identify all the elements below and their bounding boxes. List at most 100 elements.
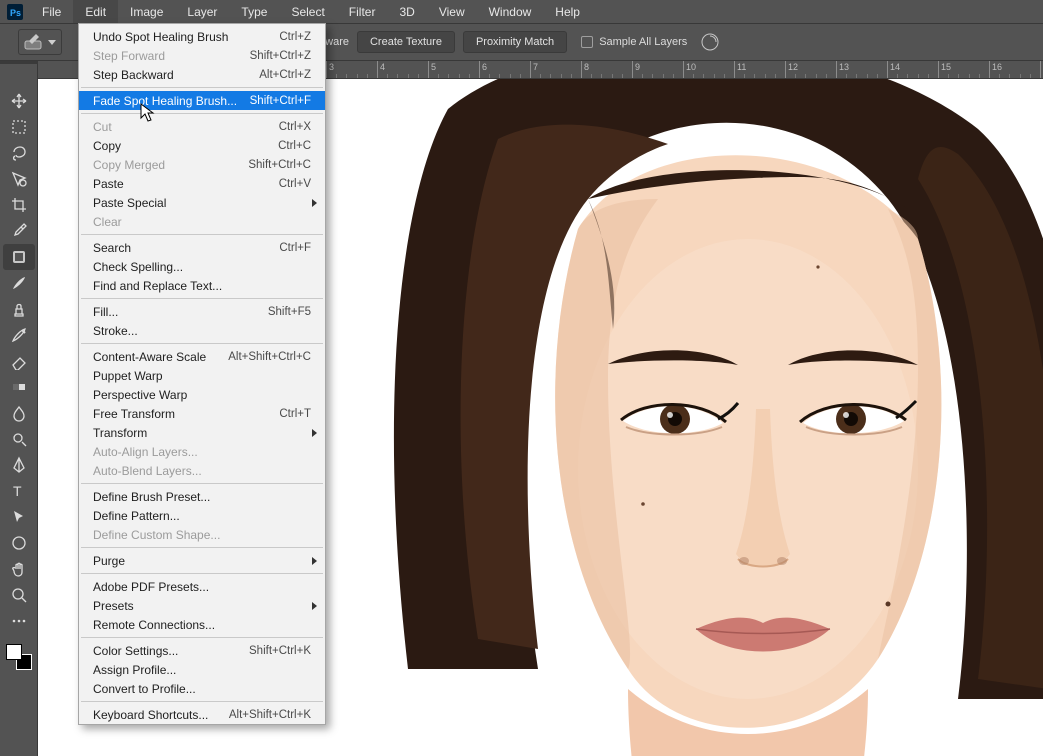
menu-item-check-spelling[interactable]: Check Spelling...	[79, 257, 325, 276]
ruler-tick-label: 15	[941, 62, 951, 72]
submenu-arrow-icon	[312, 199, 317, 207]
lasso-tool[interactable]	[3, 140, 35, 166]
dodge-tool[interactable]	[3, 426, 35, 452]
menu-item-shortcut: Shift+F5	[268, 306, 311, 318]
menu-separator	[81, 298, 323, 299]
menu-item-copy[interactable]: CopyCtrl+C	[79, 136, 325, 155]
menu-item-transform[interactable]: Transform	[79, 423, 325, 442]
fg-color-chip	[6, 644, 22, 660]
document-image	[278, 79, 1043, 756]
menu-item-step-backward[interactable]: Step BackwardAlt+Ctrl+Z	[79, 65, 325, 84]
menu-type[interactable]: Type	[229, 0, 279, 23]
menu-item-puppet-warp[interactable]: Puppet Warp	[79, 366, 325, 385]
menu-separator	[81, 637, 323, 638]
menu-item-shortcut: Alt+Shift+Ctrl+C	[228, 351, 311, 363]
menu-item-shortcut: Shift+Ctrl+Z	[250, 50, 311, 62]
tablet-pressure-icon[interactable]	[699, 31, 721, 53]
menu-item-label: Content-Aware Scale	[93, 350, 206, 364]
path-select-tool[interactable]	[3, 504, 35, 530]
menu-item-label: Find and Replace Text...	[93, 279, 222, 293]
menu-layer[interactable]: Layer	[175, 0, 229, 23]
menu-item-label: Auto-Align Layers...	[93, 445, 198, 459]
zoom-tool[interactable]	[3, 582, 35, 608]
menu-item-content-aware-scale[interactable]: Content-Aware Scale Alt+Shift+Ctrl+C	[79, 347, 325, 366]
menu-item-search[interactable]: SearchCtrl+F	[79, 238, 325, 257]
menu-item-define-pattern[interactable]: Define Pattern...	[79, 506, 325, 525]
menu-edit[interactable]: Edit	[73, 0, 118, 23]
ruler-tick-label: 13	[839, 62, 849, 72]
menu-item-shortcut: Ctrl+T	[279, 408, 311, 420]
menu-item-stroke[interactable]: Stroke...	[79, 321, 325, 340]
brush-tool[interactable]	[3, 270, 35, 296]
menu-item-assign-profile[interactable]: Assign Profile...	[79, 660, 325, 679]
menu-file[interactable]: File	[30, 0, 73, 23]
sample-all-layers-checkbox[interactable]: Sample All Layers	[581, 36, 687, 48]
move-tool[interactable]	[3, 88, 35, 114]
crop-tool[interactable]	[3, 192, 35, 218]
menu-item-auto-blend-layers: Auto-Blend Layers...	[79, 461, 325, 480]
ruler-tick-label: 7	[533, 62, 538, 72]
menu-item-fill[interactable]: Fill...Shift+F5	[79, 302, 325, 321]
menu-item-paste-special[interactable]: Paste Special	[79, 193, 325, 212]
ruler-tick-label: 12	[788, 62, 798, 72]
menu-item-free-transform[interactable]: Free TransformCtrl+T	[79, 404, 325, 423]
menu-item-paste[interactable]: PasteCtrl+V	[79, 174, 325, 193]
menu-window[interactable]: Window	[477, 0, 544, 23]
menu-item-fade-spot-healing-brush[interactable]: Fade Spot Healing Brush...Shift+Ctrl+F	[79, 91, 325, 110]
gradient-tool[interactable]	[3, 374, 35, 400]
menu-item-remote-connections[interactable]: Remote Connections...	[79, 615, 325, 634]
eraser-tool[interactable]	[3, 348, 35, 374]
menu-item-presets[interactable]: Presets	[79, 596, 325, 615]
healing-brush-tool[interactable]	[3, 244, 35, 270]
menu-item-shortcut: Ctrl+Z	[279, 31, 311, 43]
menu-help[interactable]: Help	[543, 0, 592, 23]
menu-item-perspective-warp[interactable]: Perspective Warp	[79, 385, 325, 404]
menu-item-purge[interactable]: Purge	[79, 551, 325, 570]
menu-item-find-and-replace-text[interactable]: Find and Replace Text...	[79, 276, 325, 295]
ruler-tick-label: 6	[482, 62, 487, 72]
menu-item-shortcut: Ctrl+V	[279, 178, 311, 190]
menu-item-adobe-pdf-presets[interactable]: Adobe PDF Presets...	[79, 577, 325, 596]
ruler-tick-label: 14	[890, 62, 900, 72]
type-button-proximity-match[interactable]: Proximity Match	[463, 31, 567, 53]
eyedropper-tool[interactable]	[3, 218, 35, 244]
marquee-tool[interactable]	[3, 114, 35, 140]
shape-tool[interactable]	[3, 530, 35, 556]
menu-3d[interactable]: 3D	[387, 0, 426, 23]
menu-item-clear: Clear	[79, 212, 325, 231]
menu-item-shortcut: Ctrl+X	[279, 121, 311, 133]
hand-tool[interactable]	[3, 556, 35, 582]
menu-item-undo-spot-healing-brush[interactable]: Undo Spot Healing BrushCtrl+Z	[79, 27, 325, 46]
quick-select-tool[interactable]	[3, 166, 35, 192]
checkbox-icon	[581, 36, 593, 48]
history-brush-tool[interactable]	[3, 322, 35, 348]
menu-image[interactable]: Image	[118, 0, 175, 23]
menu-item-label: Color Settings...	[93, 644, 178, 658]
menu-item-keyboard-shortcuts[interactable]: Keyboard Shortcuts...Alt+Shift+Ctrl+K	[79, 705, 325, 724]
menu-item-label: Assign Profile...	[93, 663, 176, 677]
menu-select[interactable]: Select	[279, 0, 336, 23]
menu-filter[interactable]: Filter	[337, 0, 388, 23]
ruler-tick-label: 3	[329, 62, 334, 72]
pen-tool[interactable]	[3, 452, 35, 478]
menu-item-label: Perspective Warp	[93, 388, 187, 402]
menu-item-shortcut: Shift+Ctrl+F	[250, 95, 311, 107]
edit-menu-dropdown: Undo Spot Healing BrushCtrl+ZStep Forwar…	[78, 23, 326, 725]
menu-item-define-brush-preset[interactable]: Define Brush Preset...	[79, 487, 325, 506]
clone-stamp-tool[interactable]	[3, 296, 35, 322]
menu-item-color-settings[interactable]: Color Settings...Shift+Ctrl+K	[79, 641, 325, 660]
menubar: Ps FileEditImageLayerTypeSelectFilter3DV…	[0, 0, 1043, 23]
menu-item-label: Puppet Warp	[93, 369, 163, 383]
menu-item-label: Search	[93, 241, 131, 255]
blur-tool[interactable]	[3, 400, 35, 426]
menu-item-label: Copy	[93, 139, 121, 153]
menu-item-label: Copy Merged	[93, 158, 165, 172]
type-tool[interactable]: T	[3, 478, 35, 504]
tool-preset-picker[interactable]	[18, 29, 62, 55]
color-chips[interactable]	[6, 644, 32, 670]
menu-view[interactable]: View	[427, 0, 477, 23]
type-button-create-texture[interactable]: Create Texture	[357, 31, 455, 53]
ruler-tick-label: 5	[431, 62, 436, 72]
edit-toolbar[interactable]	[3, 608, 35, 634]
menu-item-convert-to-profile[interactable]: Convert to Profile...	[79, 679, 325, 698]
